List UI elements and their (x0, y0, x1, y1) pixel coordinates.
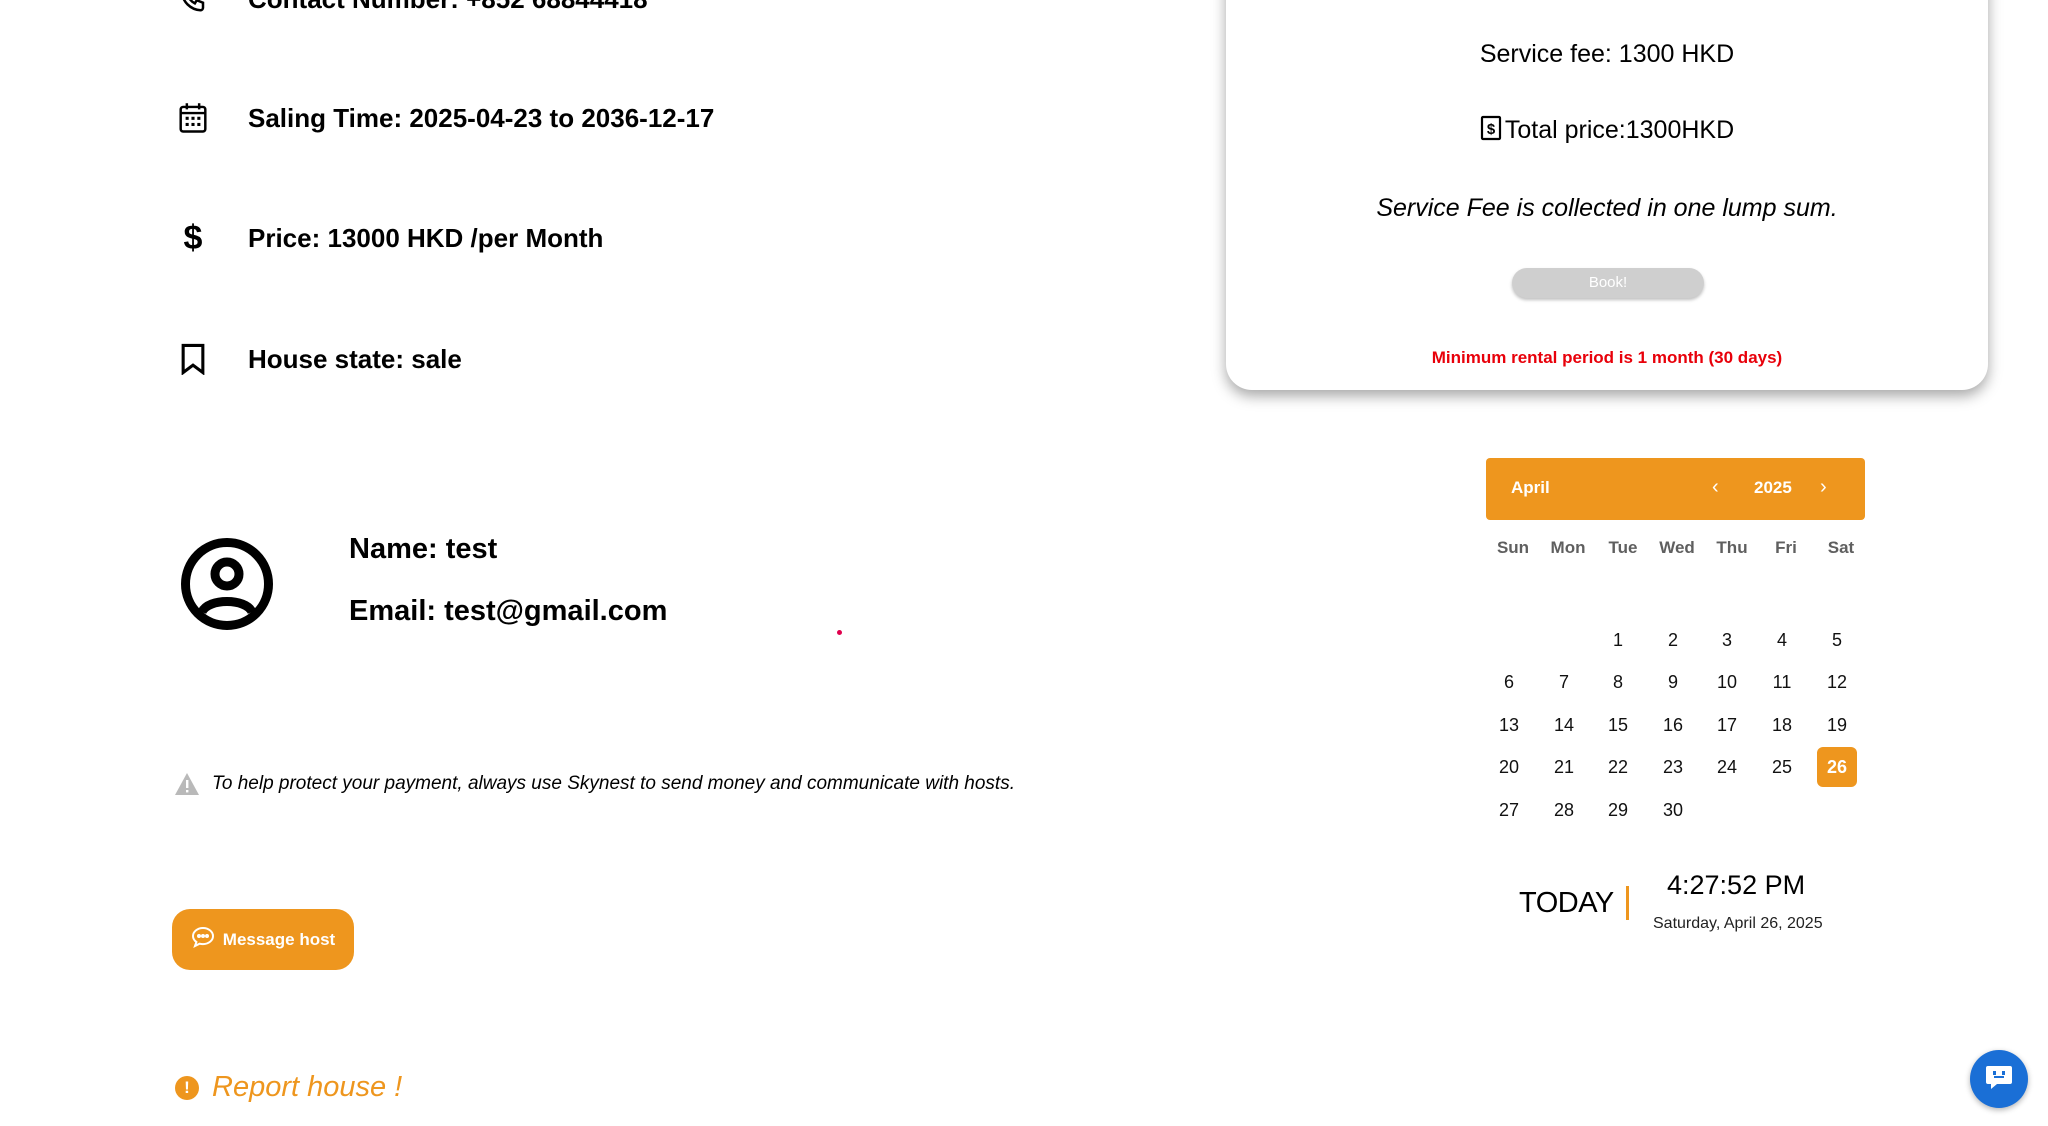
phone-icon (176, 0, 210, 16)
calendar-icon (176, 101, 210, 135)
payment-notice: To help protect your payment, always use… (212, 773, 1015, 794)
calendar-day-18[interactable]: 18 (1762, 705, 1802, 745)
calendar-day-23[interactable]: 23 (1653, 747, 1693, 787)
weekday-mon: Mon (1550, 538, 1586, 557)
today-time: 4:27:52 PM (1667, 870, 1806, 900)
saling-time-row: Saling Time: 2025-04-23 to 2036-12-17 (176, 101, 714, 135)
calendar-day-29[interactable]: 29 (1598, 790, 1638, 830)
chatbot-button[interactable] (1970, 1050, 2028, 1108)
house-state-row: House state: sale (176, 342, 462, 376)
calendar-header: April ‹ 2025 › (1486, 458, 1865, 520)
chat-bubble-icon (191, 926, 215, 953)
weekday-tue: Tue (1608, 538, 1638, 557)
warning-triangle-icon (174, 772, 200, 801)
booking-card: Service fee: 1300 HKD $ Total price:1300… (1226, 0, 1988, 390)
calendar-day-6[interactable]: 6 (1489, 662, 1529, 702)
house-state: House state: sale (248, 343, 462, 374)
book-button[interactable]: Book! (1512, 268, 1704, 298)
host-name: Name: test (349, 533, 498, 565)
calendar-day-19[interactable]: 19 (1817, 705, 1857, 745)
chevron-left-icon[interactable]: ‹ (1712, 476, 1719, 499)
total-price: Total price:1300HKD (1504, 116, 1735, 144)
calendar-day-5[interactable]: 5 (1817, 620, 1857, 660)
weekday-sun: Sun (1496, 538, 1530, 557)
calendar-day-4[interactable]: 4 (1762, 620, 1802, 660)
today-date: Saturday, April 26, 2025 (1653, 915, 1823, 932)
weekday-thu: Thu (1716, 538, 1748, 557)
fee-note: Service Fee is collected in one lump sum… (1376, 194, 1838, 222)
total-price-row: $ Total price:1300HKD (1226, 115, 1988, 148)
calendar-day-2[interactable]: 2 (1653, 620, 1693, 660)
user-circle-icon (180, 537, 274, 636)
price-row: $ Price: 13000 HKD /per Month (176, 218, 604, 257)
calendar-day-30[interactable]: 30 (1653, 790, 1693, 830)
calendar-day-14[interactable]: 14 (1544, 705, 1584, 745)
message-host-button[interactable]: Message host (172, 909, 354, 970)
message-host-label: Message host (222, 929, 336, 949)
receipt-icon: $ (1480, 115, 1502, 148)
bookmark-icon (176, 342, 210, 376)
weekday-sat: Sat (1827, 538, 1855, 557)
calendar-day-26[interactable]: 26 (1817, 747, 1857, 787)
calendar-day-7[interactable]: 7 (1544, 662, 1584, 702)
calendar-day-15[interactable]: 15 (1598, 705, 1638, 745)
contact-number: Contact Number: +852 68844418 (248, 0, 648, 15)
service-fee: Service fee: 1300 HKD (1479, 40, 1735, 68)
weekday-fri: Fri (1775, 538, 1797, 557)
calendar-day-28[interactable]: 28 (1544, 790, 1584, 830)
host-email: Email: test@gmail.com (349, 595, 668, 627)
today-label: TODAY (1519, 887, 1614, 919)
calendar-day-9[interactable]: 9 (1653, 662, 1693, 702)
calendar-day-8[interactable]: 8 (1598, 662, 1638, 702)
dollar-icon: $ (183, 218, 203, 257)
calendar-month: April (1511, 478, 1550, 497)
calendar-day-25[interactable]: 25 (1762, 747, 1802, 787)
report-house-link[interactable]: Report house ! (212, 1071, 402, 1104)
chatbot-icon (1984, 1063, 2014, 1096)
calendar-day-21[interactable]: 21 (1544, 747, 1584, 787)
red-dot (837, 630, 842, 635)
saling-time: Saling Time: 2025-04-23 to 2036-12-17 (248, 102, 715, 133)
svg-text:$: $ (1487, 121, 1496, 138)
calendar-day-13[interactable]: 13 (1489, 705, 1529, 745)
calendar-day-17[interactable]: 17 (1707, 705, 1747, 745)
calendar-year: 2025 (1754, 478, 1792, 497)
calendar-day-3[interactable]: 3 (1707, 620, 1747, 660)
calendar-day-11[interactable]: 11 (1762, 662, 1802, 702)
weekday-wed: Wed (1659, 538, 1695, 557)
calendar-day-20[interactable]: 20 (1489, 747, 1529, 787)
calendar-day-22[interactable]: 22 (1598, 747, 1638, 787)
alert-circle-icon: ! (175, 1076, 199, 1100)
calendar-day-16[interactable]: 16 (1653, 705, 1693, 745)
chevron-right-icon[interactable]: › (1820, 476, 1827, 499)
calendar-day-1[interactable]: 1 (1598, 620, 1638, 660)
price: Price: 13000 HKD /per Month (248, 222, 604, 253)
contact-row: Contact Number: +852 68844418 (176, 0, 648, 16)
today-divider (1626, 886, 1629, 920)
calendar-day-10[interactable]: 10 (1707, 662, 1747, 702)
calendar-day-12[interactable]: 12 (1817, 662, 1857, 702)
calendar-day-24[interactable]: 24 (1707, 747, 1747, 787)
calendar-day-27[interactable]: 27 (1489, 790, 1529, 830)
min-rental-period: Minimum rental period is 1 month (30 day… (1431, 348, 1783, 367)
